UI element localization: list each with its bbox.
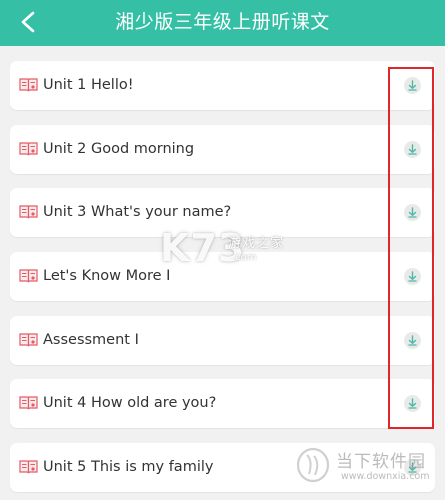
book-icon <box>19 459 38 475</box>
download-button[interactable] <box>404 77 421 94</box>
lesson-title: Unit 1 Hello! <box>43 77 134 93</box>
download-button[interactable] <box>404 204 421 221</box>
app-header: 湘少版三年级上册听课文 <box>0 0 445 46</box>
page-title: 湘少版三年级上册听课文 <box>115 11 330 33</box>
lesson-title: Let's Know More I <box>43 268 171 284</box>
book-icon <box>19 395 38 411</box>
download-icon <box>408 207 417 218</box>
download-button[interactable] <box>404 395 421 412</box>
book-icon <box>19 268 38 284</box>
lesson-title: Assessment I <box>43 332 139 348</box>
k73-watermark-name: 游戏之家 <box>228 236 285 251</box>
downxia-watermark-name: 当下软件园 <box>336 452 426 472</box>
download-button[interactable] <box>404 332 421 349</box>
lesson-title: Unit 2 Good morning <box>43 141 195 157</box>
book-icon <box>19 141 38 157</box>
book-icon <box>19 77 38 93</box>
downxia-watermark-url: www.downxia.com <box>341 471 430 482</box>
download-icon <box>408 335 417 346</box>
k73-watermark-url: .com <box>232 252 257 263</box>
book-icon <box>19 204 38 220</box>
download-icon <box>408 144 417 155</box>
download-button[interactable] <box>404 141 421 158</box>
download-icon <box>408 398 417 409</box>
lesson-item[interactable]: Assessment I <box>10 316 435 365</box>
lesson-title: Unit 5 This is my family <box>43 459 214 475</box>
book-icon <box>19 332 38 348</box>
lesson-item[interactable]: Unit 4 How old are you? <box>10 379 435 428</box>
lesson-item[interactable]: Unit 1 Hello! <box>10 61 435 110</box>
downxia-logo-icon <box>296 447 330 483</box>
lesson-title: Unit 4 How old are you? <box>43 395 217 411</box>
highlight-box <box>388 67 434 429</box>
lesson-item[interactable]: Unit 2 Good morning <box>10 125 435 174</box>
download-icon <box>408 80 417 91</box>
download-button[interactable] <box>404 268 421 285</box>
download-icon <box>408 271 417 282</box>
